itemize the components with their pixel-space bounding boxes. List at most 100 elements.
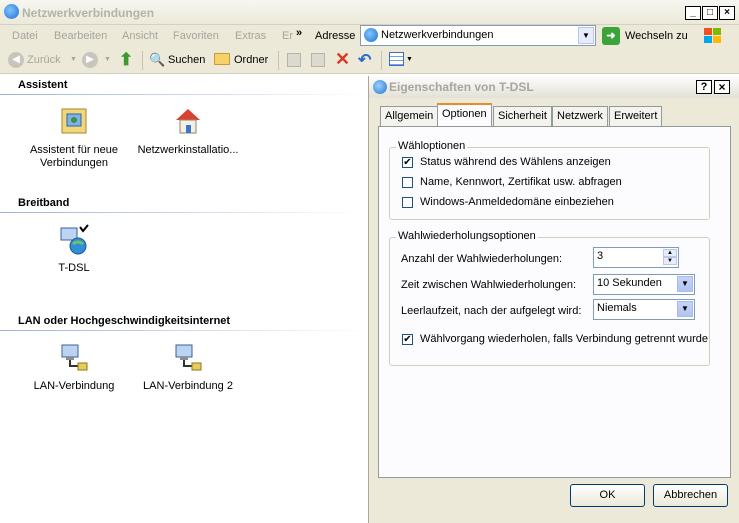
close-button[interactable]: ×: [719, 6, 735, 20]
menu-bearbeiten[interactable]: Bearbeiten: [54, 30, 107, 42]
copy-to-icon[interactable]: [311, 53, 325, 67]
checkbox-label: Wählvorgang wiederholen, falls Verbindun…: [420, 333, 709, 345]
group-divider: [0, 330, 368, 331]
network-connection-icon: [373, 80, 387, 94]
lan-connection-icon: [58, 342, 90, 374]
group-heading-lan: LAN oder Hochgeschwindigkeitsinternet: [18, 315, 231, 327]
redial-interval-select[interactable]: 10 Sekunden ▼: [593, 274, 695, 295]
tab-netzwerk[interactable]: Netzwerk: [552, 106, 608, 126]
main-title-bar: Netzwerkverbindungen _ □ ×: [0, 0, 739, 25]
toolbar-separator: [142, 51, 143, 70]
ok-button[interactable]: OK: [570, 484, 645, 507]
back-arrow-icon[interactable]: ◀: [8, 52, 24, 68]
group-divider: [0, 212, 368, 213]
dial-options-legend: Wähloptionen: [396, 140, 468, 152]
forward-dropdown-icon[interactable]: ▼: [104, 56, 111, 63]
tab-allgemein[interactable]: Allgemein: [380, 106, 439, 126]
back-button[interactable]: Zurück: [27, 54, 61, 66]
back-dropdown-icon[interactable]: ▼: [70, 56, 77, 63]
dialog-title: Eigenschaften von T-DSL: [389, 80, 534, 94]
minimize-button[interactable]: _: [685, 6, 701, 20]
item-label: Netzwerkinstallatio...: [137, 144, 239, 156]
list-item-home-network-wizard[interactable]: Netzwerkinstallatio...: [128, 106, 248, 176]
toolbar-separator: [381, 51, 382, 70]
folders-button[interactable]: Ordner: [234, 54, 268, 66]
chevron-down-icon[interactable]: ▼: [677, 301, 693, 317]
tab-panel-optionen: Wähloptionen ✔ Status während des Wählen…: [378, 126, 731, 478]
dialog-title-bar: Eigenschaften von T-DSL ? ×: [369, 76, 739, 98]
menu-extras[interactable]: Extras: [235, 30, 266, 42]
list-item-t-dsl[interactable]: T-DSL: [14, 224, 134, 284]
delete-icon[interactable]: ✕: [335, 49, 350, 70]
menu-bar: Datei Bearbeiten Ansicht Favoriten Extra…: [0, 25, 310, 47]
up-folder-icon[interactable]: ⬆: [119, 50, 133, 70]
checkbox-include-windows-domain[interactable]: [402, 197, 413, 208]
item-label: LAN-Verbindung: [33, 380, 115, 392]
help-button[interactable]: ?: [696, 80, 712, 94]
list-item-lan-connection-2[interactable]: LAN-Verbindung 2: [128, 342, 248, 402]
tab-sicherheit[interactable]: Sicherheit: [493, 106, 552, 126]
spin-down-button[interactable]: ▼: [663, 257, 677, 265]
address-bar: Adresse Netzwerkverbindungen ▼ ➜ Wechsel…: [310, 25, 739, 47]
list-item-lan-connection[interactable]: LAN-Verbindung: [14, 342, 134, 402]
group-heading-assistent: Assistent: [18, 79, 68, 91]
checkbox-show-status[interactable]: ✔: [402, 157, 413, 168]
idle-hangup-value: Niemals: [597, 302, 637, 314]
menu-datei[interactable]: Datei: [12, 30, 38, 42]
go-arrow-icon[interactable]: ➜: [602, 27, 620, 45]
folders-icon[interactable]: [214, 53, 230, 65]
redial-interval-label: Zeit zwischen Wahlwiederholungen:: [401, 279, 577, 291]
address-dropdown-button[interactable]: ▼: [578, 27, 594, 44]
views-icon[interactable]: [389, 52, 404, 66]
group-divider: [0, 94, 368, 95]
network-icon: [364, 28, 378, 42]
checkbox-prompt-credentials[interactable]: [402, 177, 413, 188]
list-item-new-connection-wizard[interactable]: Assistent für neue Verbindungen: [14, 106, 134, 176]
search-button[interactable]: Suchen: [168, 54, 205, 66]
undo-icon[interactable]: ↶: [358, 50, 371, 70]
address-field[interactable]: Netzwerkverbindungen ▼: [360, 25, 596, 46]
menu-help[interactable]: Er: [282, 30, 293, 42]
idle-hangup-select[interactable]: Niemals ▼: [593, 299, 695, 320]
checkbox-label: Name, Kennwort, Zertifikat usw. abfragen: [420, 176, 622, 188]
redial-interval-value: 10 Sekunden: [597, 277, 662, 289]
checkbox-redial-if-dropped[interactable]: ✔: [402, 334, 413, 345]
redial-attempts-label: Anzahl der Wahlwiederholungen:: [401, 253, 563, 265]
dialog-close-button[interactable]: ×: [714, 80, 730, 94]
broadband-connection-icon: [57, 224, 89, 256]
spin-up-button[interactable]: ▲: [663, 249, 677, 257]
forward-arrow-icon[interactable]: ▶: [82, 52, 98, 68]
connections-pane: Assistent Assistent für neue Verbindunge…: [0, 74, 368, 523]
views-dropdown-icon[interactable]: ▼: [406, 56, 413, 63]
lan-connection-icon: [172, 342, 204, 374]
move-to-icon[interactable]: [287, 53, 301, 67]
group-heading-breitband: Breitband: [18, 197, 70, 209]
properties-dialog: Eigenschaften von T-DSL ? × Allgemein Op…: [368, 76, 739, 523]
standard-toolbar: ◀ Zurück ▼ ▶ ▼ ⬆ 🔍 Suchen Ordner ✕ ↶ ▼: [0, 47, 739, 74]
cancel-button[interactable]: Abbrechen: [653, 484, 728, 507]
maximize-button[interactable]: □: [702, 6, 718, 20]
tab-erweitert[interactable]: Erweitert: [609, 106, 663, 126]
home-network-icon: [173, 106, 203, 136]
go-button[interactable]: Wechseln zu: [625, 30, 688, 42]
item-label: LAN-Verbindung 2: [143, 380, 233, 392]
checkbox-label: Status während des Wählens anzeigen: [420, 156, 611, 168]
menu-favoriten[interactable]: Favoriten: [173, 30, 219, 42]
tab-optionen[interactable]: Optionen: [437, 103, 492, 127]
search-icon[interactable]: 🔍: [149, 52, 165, 68]
address-label: Adresse: [315, 30, 356, 42]
idle-hangup-label: Leerlaufzeit, nach der aufgelegt wird:: [401, 305, 582, 317]
checkbox-label: Windows-Anmeldedomäne einbeziehen: [420, 196, 614, 208]
redial-attempts-value: 3: [597, 250, 604, 262]
menu-ansicht[interactable]: Ansicht: [122, 30, 158, 42]
address-value: Netzwerkverbindungen: [381, 29, 494, 41]
toolbar-separator: [278, 51, 279, 70]
wizard-icon: [59, 106, 89, 136]
chevron-down-icon[interactable]: ▼: [677, 276, 693, 292]
item-label: Assistent für neue Verbindungen: [29, 144, 119, 169]
redial-attempts-spinner[interactable]: 3 ▲ ▼: [593, 247, 679, 268]
windows-logo-icon: [702, 26, 724, 46]
menu-overflow-chevron[interactable]: »: [296, 27, 302, 39]
item-label: T-DSL: [58, 262, 90, 274]
window-title: Netzwerkverbindungen: [22, 6, 155, 20]
